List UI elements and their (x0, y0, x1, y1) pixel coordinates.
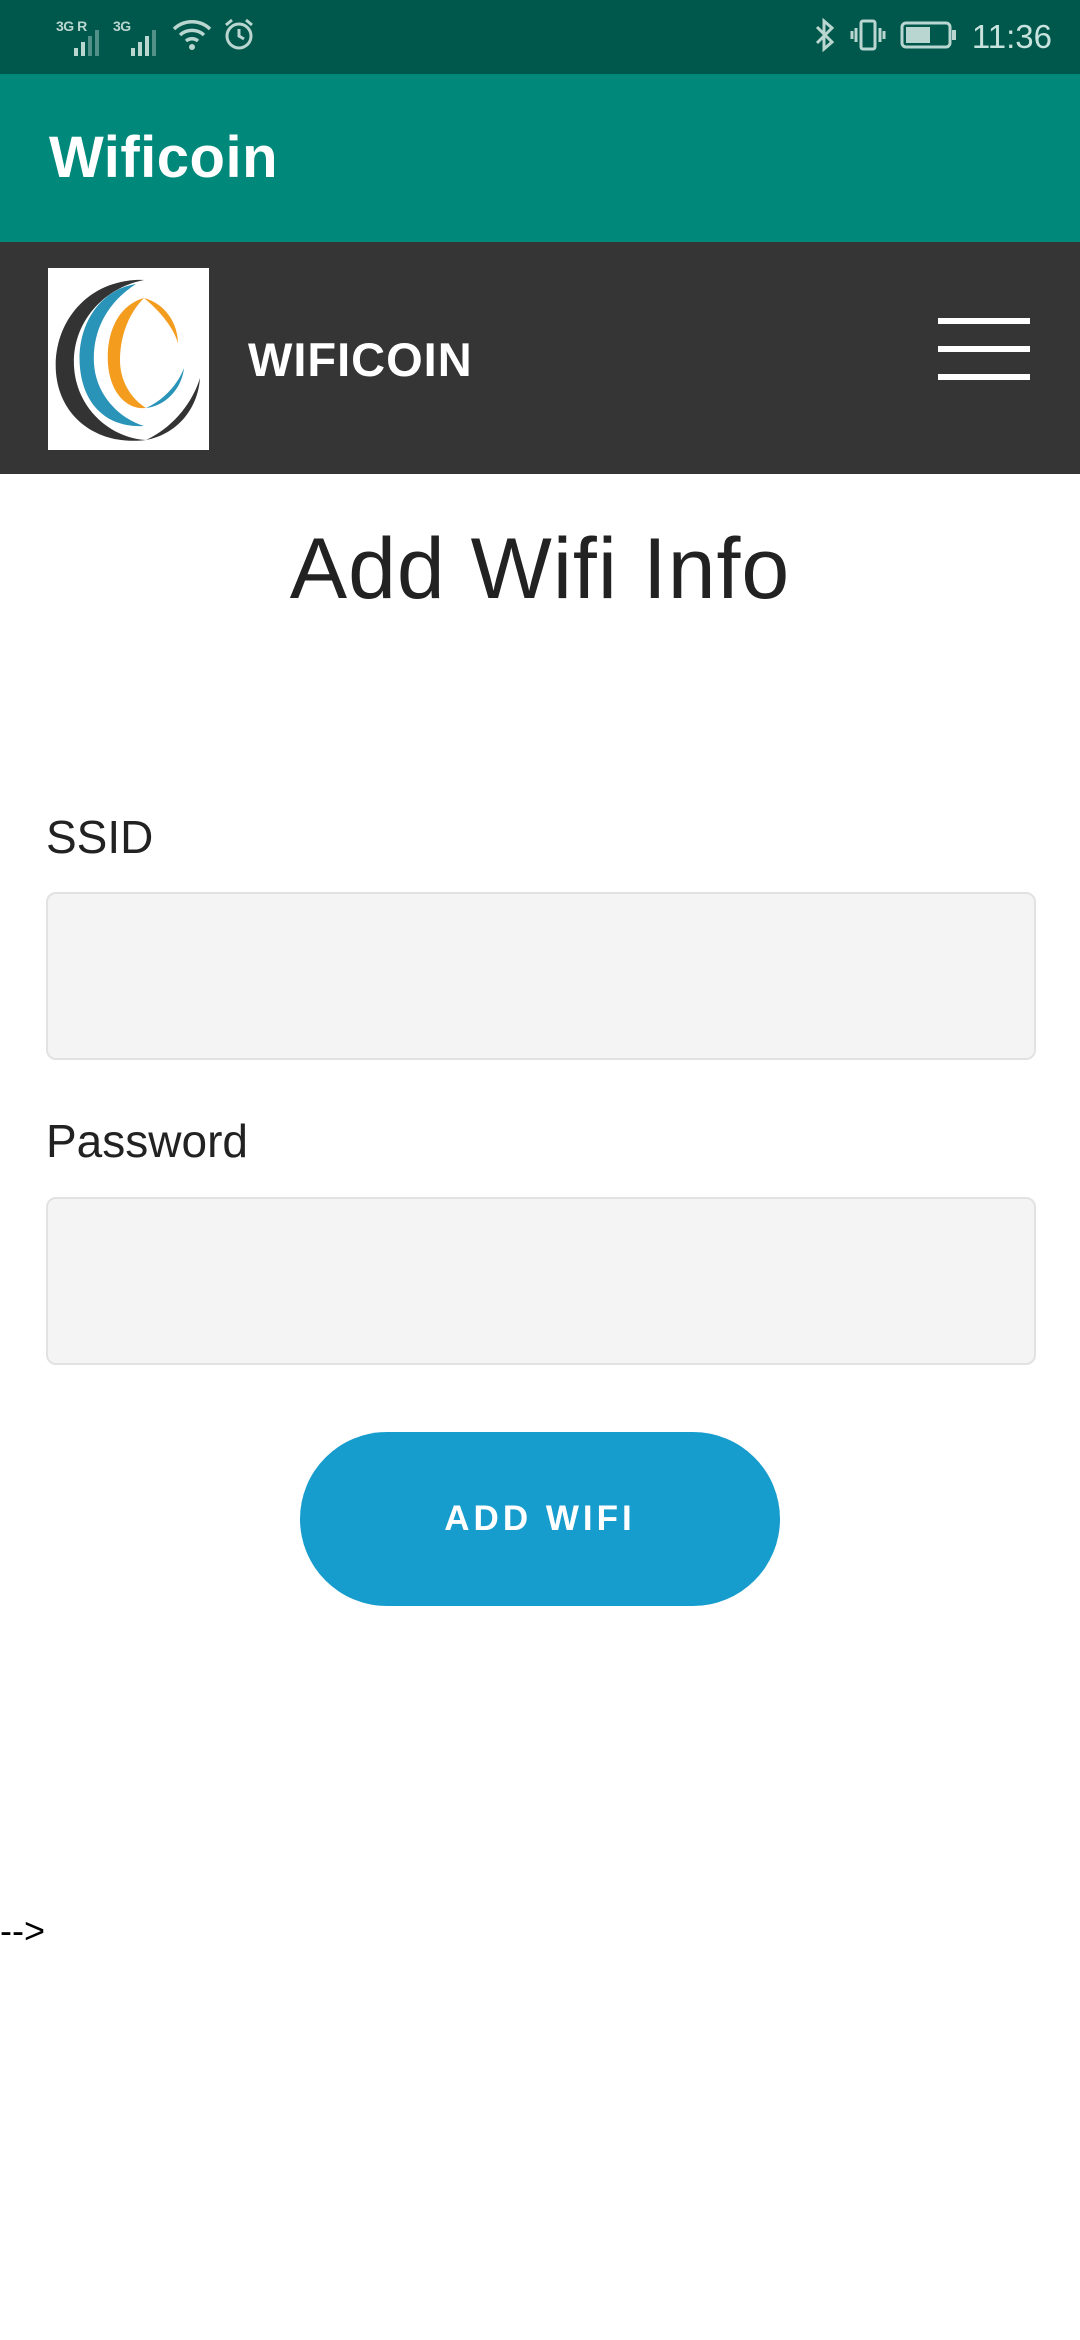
vibrate-icon (850, 18, 886, 57)
add-wifi-button[interactable]: ADD WIFI (300, 1432, 780, 1606)
wifi-icon (172, 17, 212, 56)
password-input[interactable] (46, 1197, 1036, 1365)
alarm-clock-icon (222, 17, 256, 56)
brand-name: WIFICOIN (248, 333, 473, 386)
app-bar: Wificoin (0, 74, 1080, 242)
logo-swirl-icon (55, 279, 200, 441)
app-title: Wificoin (49, 125, 279, 190)
status-icons-left: 3G R 3G (56, 16, 256, 56)
status-icons-right: 11:36 (814, 12, 1052, 62)
stray-comment-text: --> (0, 1910, 45, 1951)
ssid-input[interactable] (46, 892, 1036, 1060)
network-type-label: 3G R (56, 18, 87, 34)
cellular-signal-2-icon: 3G (113, 16, 156, 56)
cellular-signal-1-icon: 3G R (56, 16, 99, 56)
network-type-label: 3G (113, 18, 131, 34)
wificoin-logo[interactable] (48, 268, 209, 450)
password-label: Password (46, 1115, 248, 1167)
bluetooth-icon (814, 17, 836, 57)
page-title: Add Wifi Info (289, 521, 791, 617)
site-header: WIFICOIN (0, 242, 1080, 474)
ssid-label: SSID (46, 811, 154, 863)
battery-icon (900, 20, 958, 55)
hamburger-menu-icon[interactable] (938, 318, 1030, 380)
status-time: 11:36 (971, 18, 1052, 55)
status-bar: 3G R 3G 11:36 (0, 0, 1080, 74)
